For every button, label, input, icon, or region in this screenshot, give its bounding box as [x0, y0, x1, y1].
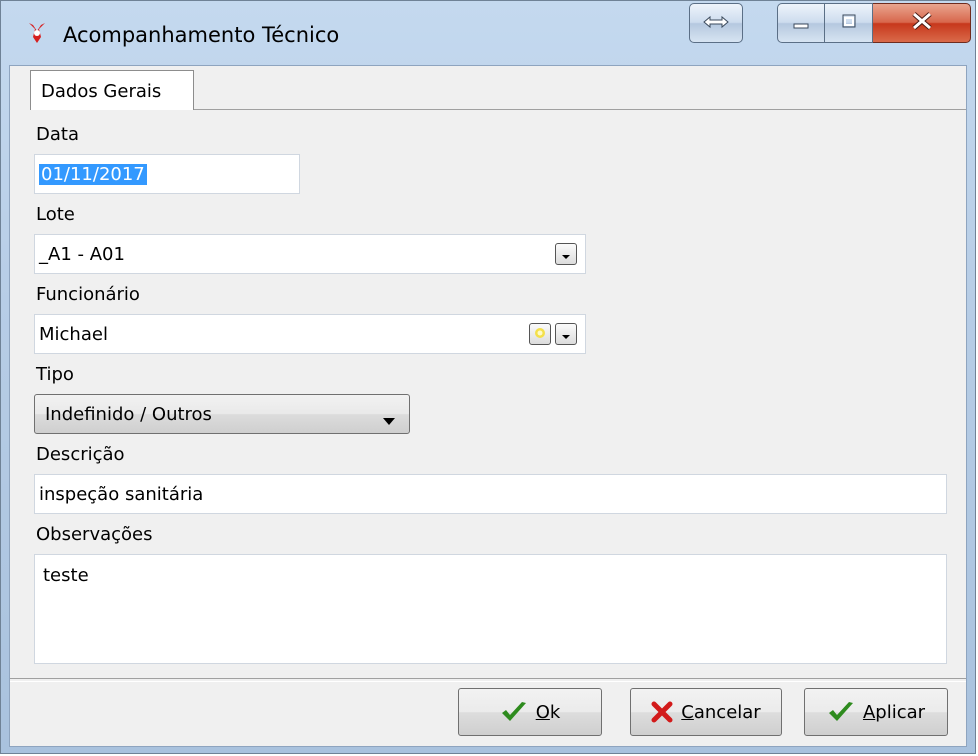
- data-value: 01/11/2017: [39, 163, 147, 185]
- funcionario-label: Funcionário: [36, 284, 140, 305]
- funcionario-dropdown-button[interactable]: [555, 323, 577, 345]
- dialog-window: Acompanhamento Técnico Dados Gerais Data…: [0, 0, 976, 754]
- x-icon: [651, 701, 673, 723]
- apply-label: Aplicar: [862, 701, 926, 723]
- lote-value: _A1 - A01: [39, 243, 125, 265]
- close-button[interactable]: [873, 3, 971, 43]
- resize-button[interactable]: [689, 3, 743, 43]
- ok-label: Ok: [535, 701, 561, 723]
- title-bar[interactable]: Acompanhamento Técnico: [1, 1, 975, 65]
- funcionario-field[interactable]: Michael: [34, 314, 586, 354]
- lote-label: Lote: [36, 204, 75, 225]
- minimize-button[interactable]: [777, 3, 825, 43]
- descricao-label: Descrição: [36, 444, 125, 465]
- lote-field[interactable]: _A1 - A01: [34, 234, 586, 274]
- check-icon: [500, 700, 528, 724]
- resize-arrows-icon: [703, 14, 729, 33]
- data-label: Data: [36, 124, 79, 145]
- funcionario-new-button[interactable]: [529, 323, 551, 345]
- app-logo-icon: [23, 19, 51, 47]
- chevron-down-icon: [561, 324, 571, 345]
- cancel-label: Cancelar: [681, 701, 761, 723]
- check-icon: [827, 700, 855, 724]
- maximize-icon: [840, 13, 858, 33]
- chevron-down-icon: [561, 244, 571, 265]
- tipo-select[interactable]: Indefinido / Outros: [34, 394, 410, 434]
- observacoes-textarea[interactable]: teste: [34, 554, 947, 664]
- chevron-down-icon: [383, 410, 395, 431]
- tab-dados-gerais[interactable]: Dados Gerais: [30, 70, 194, 110]
- tab-divider: [194, 109, 966, 110]
- funcionario-value: Michael: [39, 323, 108, 345]
- cancel-button[interactable]: Cancelar: [630, 688, 782, 736]
- maximize-button[interactable]: [825, 3, 873, 43]
- lote-dropdown-button[interactable]: [555, 243, 577, 265]
- observacoes-label: Observações: [36, 524, 153, 545]
- descricao-value: inspeção sanitária: [39, 483, 204, 505]
- close-icon: [911, 12, 933, 34]
- window-title: Acompanhamento Técnico: [63, 23, 340, 47]
- star-new-icon: [533, 324, 547, 345]
- minimize-icon: [792, 14, 810, 33]
- descricao-field[interactable]: inspeção sanitária: [34, 474, 947, 514]
- apply-button[interactable]: Aplicar: [804, 688, 948, 736]
- dialog-client-area: Dados Gerais Data 01/11/2017 Lote _A1 - …: [9, 65, 967, 747]
- tipo-value: Indefinido / Outros: [45, 403, 212, 425]
- button-separator: [10, 678, 966, 682]
- observacoes-value: teste: [43, 565, 89, 586]
- ok-button[interactable]: Ok: [458, 688, 602, 736]
- data-field[interactable]: 01/11/2017: [34, 154, 300, 194]
- tipo-label: Tipo: [36, 364, 74, 385]
